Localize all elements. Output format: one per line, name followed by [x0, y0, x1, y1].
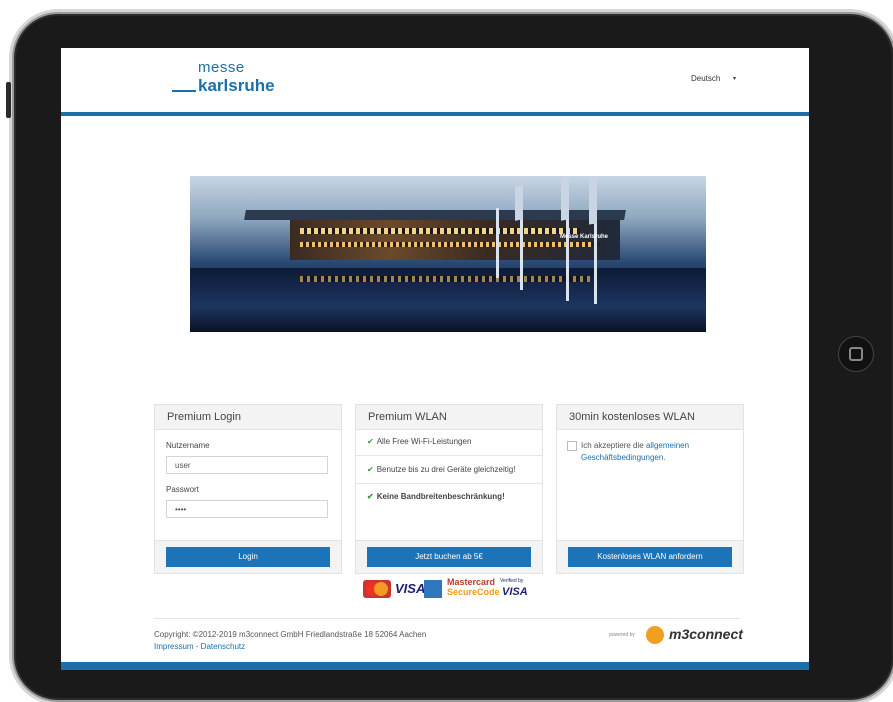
- login-button[interactable]: Login: [166, 547, 330, 567]
- mastercard-securecode-line2: SecureCode: [447, 587, 500, 597]
- mastercard-securecode-line1: Mastercard: [447, 577, 496, 587]
- terms-checkbox[interactable]: [567, 441, 577, 451]
- visa-logo: VISA: [395, 581, 426, 596]
- hero-lights-lower: [300, 242, 600, 247]
- logo-text-karlsruhe: karlsruhe: [198, 76, 275, 95]
- hero-building: [290, 220, 620, 260]
- chevron-down-icon[interactable]: ▾: [733, 75, 736, 82]
- panel-title: Premium Login: [155, 405, 341, 430]
- terms-text: Ich akzeptiere die allgemeinen Geschäfts…: [581, 440, 731, 464]
- datenschutz-link[interactable]: Datenschutz: [201, 642, 245, 651]
- footer-links: Impressum - Datenschutz: [154, 642, 245, 651]
- book-premium-button[interactable]: Jetzt buchen ab 5€: [367, 547, 531, 567]
- hero-lights: [300, 228, 580, 234]
- panel-footer: Jetzt buchen ab 5€: [356, 540, 542, 573]
- hero-reflection: [300, 276, 590, 282]
- hero-image: Messe Karlsruhe: [190, 176, 706, 332]
- hero-sign: Messe Karlsruhe: [560, 234, 609, 240]
- verified-by-visa-line2: VISA: [502, 586, 528, 598]
- verified-by-visa-line1: Verified by: [500, 578, 524, 584]
- panel-title: 30min kostenloses WLAN: [557, 405, 743, 430]
- logo-text-messe: messe: [198, 59, 245, 76]
- request-free-wlan-button[interactable]: Kostenloses WLAN anfordern: [568, 547, 732, 567]
- feature-text: Alle Free Wi-Fi-Leistungen: [376, 437, 472, 446]
- password-label: Passwort: [166, 485, 199, 494]
- header: messe karlsruhe Deutsch ▾: [61, 48, 809, 116]
- impressum-link[interactable]: Impressum: [154, 642, 194, 651]
- feature-item: ✔ Keine Bandbreitenbeschränkung!: [356, 485, 542, 511]
- flag: [515, 185, 523, 221]
- flag-pole: [496, 208, 499, 278]
- checkmark-icon: ✔: [367, 465, 374, 474]
- checkmark-icon: ✔: [367, 437, 374, 446]
- panel-title: Premium WLAN: [356, 405, 542, 430]
- feature-text: Keine Bandbreitenbeschränkung!: [376, 492, 505, 501]
- checkmark-icon: ✔: [367, 492, 374, 501]
- password-input[interactable]: ••••: [166, 500, 328, 518]
- flag: [561, 176, 569, 221]
- amex-logo: [424, 580, 442, 598]
- link-separator: -: [193, 642, 201, 651]
- username-input[interactable]: user: [166, 456, 328, 474]
- payment-logos: VISA Mastercard SecureCode Verified by V…: [363, 578, 533, 602]
- terms-suffix: .: [663, 453, 666, 462]
- terms-prefix: Ich akzeptiere die: [581, 441, 646, 450]
- mastercard-logo: [363, 580, 391, 598]
- m3connect-logo-text: m3connect: [669, 626, 743, 642]
- feature-item: ✔ Alle Free Wi-Fi-Leistungen: [356, 430, 542, 456]
- m3connect-logo-icon: [646, 626, 664, 644]
- home-button-icon: [849, 347, 863, 361]
- bottom-accent-bar: [61, 662, 809, 670]
- feature-text: Benutze bis zu drei Geräte gleichzeitig!: [376, 465, 516, 474]
- premium-login-panel: Premium Login Nutzername user Passwort •…: [154, 404, 342, 574]
- free-wlan-panel: 30min kostenloses WLAN Ich akzeptiere di…: [556, 404, 744, 574]
- panel-footer: Login: [155, 540, 341, 573]
- feature-item: ✔ Benutze bis zu drei Geräte gleichzeitig…: [356, 457, 542, 484]
- powered-by-text: powered by: [609, 632, 635, 638]
- panel-footer: Kostenloses WLAN anfordern: [557, 540, 743, 573]
- language-select[interactable]: Deutsch: [691, 74, 720, 83]
- premium-wlan-panel: Premium WLAN ✔ Alle Free Wi-Fi-Leistungen…: [355, 404, 543, 574]
- home-button[interactable]: [838, 336, 874, 372]
- logo-underline: [172, 90, 196, 92]
- tablet-side-button: [6, 82, 11, 118]
- screen: messe karlsruhe Deutsch ▾ Messe Karlsruh…: [61, 48, 809, 670]
- username-label: Nutzername: [166, 441, 210, 450]
- copyright-text: Copyright: ©2012-2019 m3connect GmbH Fri…: [154, 630, 427, 639]
- footer-divider: [154, 618, 741, 619]
- flag: [589, 176, 597, 225]
